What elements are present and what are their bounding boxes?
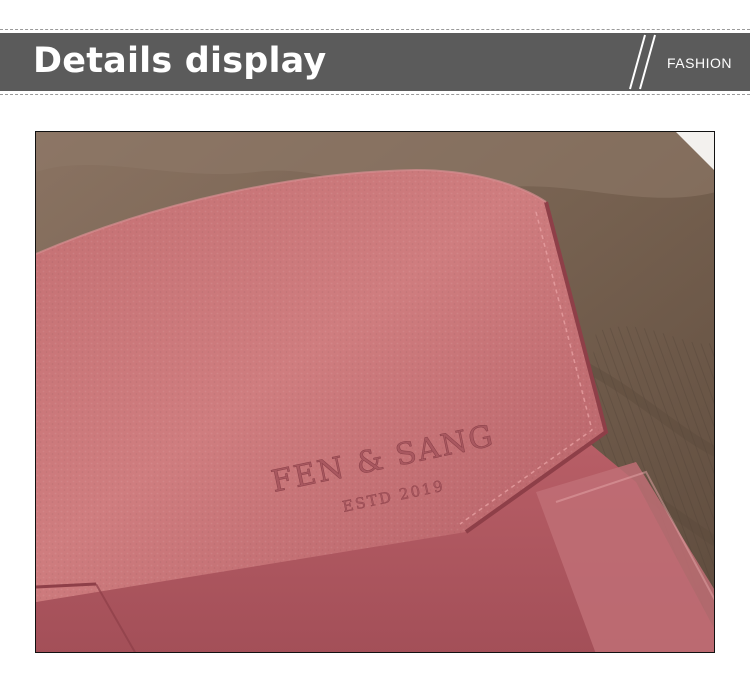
bag-closeup-illustration: FEN & SANG ESTD 2019 [36, 132, 714, 652]
product-detail-photo: FEN & SANG ESTD 2019 [35, 131, 715, 653]
fashion-tag: FASHION [667, 55, 732, 71]
bottom-dashed-divider [0, 94, 750, 95]
top-dashed-divider [0, 29, 750, 30]
section-header-banner: Details display FASHION [0, 33, 750, 91]
section-title: Details display [33, 41, 327, 81]
double-slash-decoration [629, 34, 656, 90]
